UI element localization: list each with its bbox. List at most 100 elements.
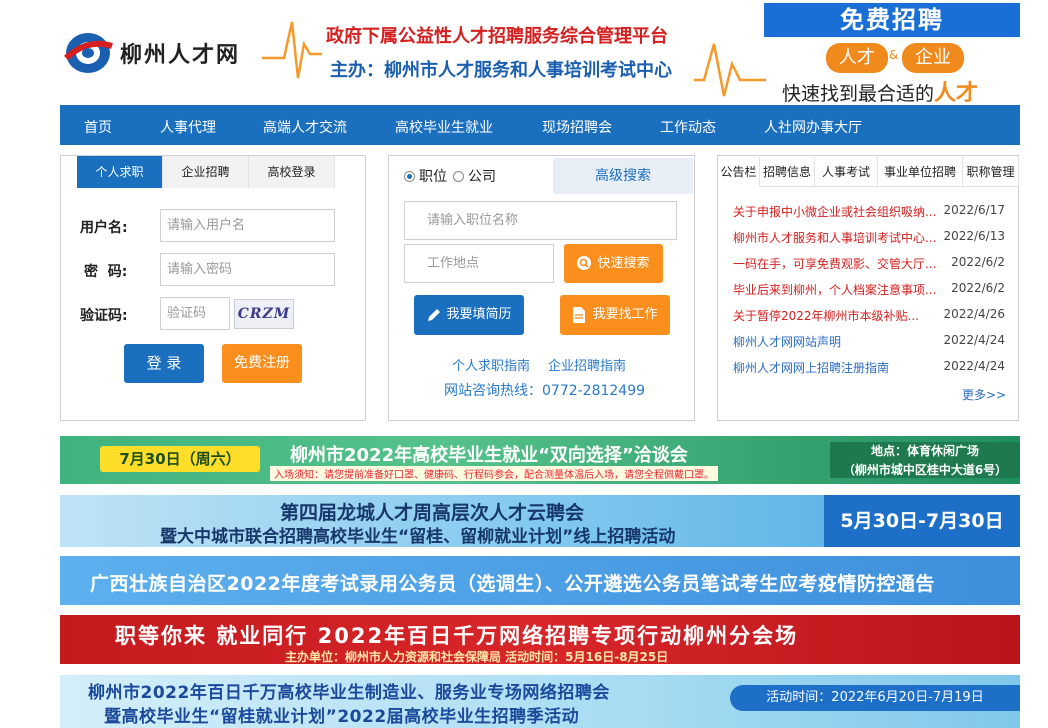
notice-title[interactable]: 关于暂停2022年柳州市本级补贴...: [733, 307, 919, 325]
logo-mark-icon: [63, 33, 113, 73]
nav-item-high-end-talent[interactable]: 高端人才交流: [263, 117, 347, 137]
nav-item-service-hall[interactable]: 人社网办事大厅: [764, 117, 862, 137]
pulse-line-right-icon: [694, 43, 766, 97]
tab-personal-job[interactable]: 个人求职: [77, 156, 163, 188]
notice-row[interactable]: 关于申报中小微企业或社会组织吸纳... 2022/6/17: [733, 203, 1005, 221]
banner-civil-exam-notice[interactable]: 广西壮族自治区2022年度考试录用公务员（选调生）、公开遴选公务员笔试考生应考疫…: [60, 556, 1020, 605]
slogan-line-2: 主办：柳州市人才服务和人事培训考试中心: [330, 60, 672, 81]
notice-title[interactable]: 柳州人才网网上招聘注册指南: [733, 359, 889, 377]
nav-item-graduate-employment[interactable]: 高校毕业生就业: [395, 117, 493, 137]
banner-cloud-recruit-date: 5月30日-7月30日: [824, 495, 1020, 547]
tab-notice-board[interactable]: 公告栏: [718, 157, 760, 187]
tab-company-recruit[interactable]: 企业招聘: [163, 156, 249, 188]
find-job-label: 我要找工作: [592, 307, 658, 322]
login-button[interactable]: 登 录: [124, 344, 204, 383]
keyword-input[interactable]: 请输入职位名称: [404, 201, 677, 240]
notice-title[interactable]: 柳州人才网网站声明: [733, 333, 841, 351]
slogan-line-1: 政府下属公益性人才招聘服务综合管理平台: [326, 26, 668, 47]
radio-company-dot[interactable]: [453, 170, 464, 182]
radio-position-label: 职位: [419, 169, 447, 185]
login-tabs: 个人求职 企业招聘 高校登录: [77, 156, 335, 188]
radio-position[interactable]: 职位: [404, 166, 447, 186]
tab-personnel-exam[interactable]: 人事考试: [815, 157, 878, 187]
password-label: 密 码:: [84, 264, 128, 280]
guide-personal-link[interactable]: 个人求职指南: [452, 355, 530, 374]
radio-company[interactable]: 公司: [453, 166, 496, 186]
banner-graduate-recruit-line1: 柳州市2022年百日千万高校毕业生制造业、服务业专场网络招聘会: [88, 683, 610, 703]
search-icon: [577, 255, 592, 270]
banner-online-recruit[interactable]: 职等你来 就业同行 2022年百日千万网络招聘专项行动柳州分会场 主办单位：柳州…: [60, 615, 1020, 664]
quick-search-button[interactable]: 快速搜索: [564, 244, 663, 283]
free-recruit-ad[interactable]: 免费招聘 人才 & 企业 快速找到最合适的人才: [764, 3, 1020, 107]
radio-company-label: 公司: [468, 169, 496, 185]
advanced-search-tab[interactable]: 高级搜索: [553, 158, 693, 194]
notice-date: 2022/4/24: [943, 359, 1005, 373]
find-job-button[interactable]: 我要找工作: [560, 295, 670, 335]
pulse-line-left-icon: [262, 21, 322, 79]
banner-online-recruit-title: 职等你来 就业同行 2022年百日千万网络招聘专项行动柳州分会场: [115, 624, 799, 648]
main-nav: 首页 人事代理 高端人才交流 高校毕业生就业 现场招聘会 工作动态 人社网办事大…: [60, 105, 1020, 145]
hotline-text: 网站咨询热线：0772-2812499: [444, 383, 646, 399]
banner-cloud-recruit-line2: 暨大中城市联合招聘高校毕业生“留桂、留柳就业计划”线上招聘活动: [160, 527, 676, 547]
login-panel: 个人求职 企业招聘 高校登录: [60, 155, 366, 421]
notice-row[interactable]: 一码在手，可享免费观影、交管大厅... 2022/6/2: [733, 255, 1005, 273]
banner-civil-exam-text: 广西壮族自治区2022年度考试录用公务员（选调生）、公开遴选公务员笔试考生应考疫…: [90, 573, 935, 595]
notice-date: 2022/6/17: [943, 203, 1005, 217]
notice-row[interactable]: 关于暂停2022年柳州市本级补贴... 2022/4/26: [733, 307, 1005, 325]
notice-title[interactable]: 毕业后来到柳州，个人档案注意事项...: [733, 281, 936, 299]
banner-job-fair-date: 7月30日（周六）: [100, 446, 260, 472]
banner-job-fair-notice: 入场须知：请您提前准备好口罩、健康码、行程码参会，配合测量体温后入场，请您全程佩…: [270, 466, 718, 481]
notice-date: 2022/4/26: [943, 307, 1005, 321]
nav-item-home[interactable]: 首页: [84, 117, 112, 137]
banner-graduate-recruit[interactable]: 柳州市2022年百日千万高校毕业生制造业、服务业专场网络招聘会 暨高校毕业生“留…: [60, 675, 1020, 728]
document-icon: [573, 307, 586, 323]
ad-bottom-highlight: 人才: [934, 81, 979, 106]
nav-item-personnel-agency[interactable]: 人事代理: [160, 117, 216, 137]
banner-job-fair[interactable]: 7月30日（周六） 柳州市2022年高校毕业生就业“双向选择”洽谈会 入场须知：…: [60, 436, 1020, 484]
notice-date: 2022/6/13: [943, 229, 1005, 243]
ad-tag-talent: 人才: [826, 43, 888, 73]
banner-cloud-recruit-line1: 第四届龙城人才周高层次人才云聘会: [280, 502, 585, 524]
tab-title-management[interactable]: 职称管理: [963, 157, 1019, 187]
captcha-label: 验证码:: [80, 308, 128, 324]
banner-job-fair-place: 地点：体育休闲广场 （柳州市城中区桂中大道6号）: [830, 442, 1020, 478]
notice-title[interactable]: 关于申报中小微企业或社会组织吸纳...: [733, 203, 936, 221]
ad-tag-enterprise: 企业: [902, 43, 964, 73]
pencil-icon: [428, 309, 441, 321]
ad-bottom-prefix: 快速找到最合适的: [782, 83, 935, 105]
quick-search-label: 快速搜索: [597, 256, 650, 271]
nav-item-work-news[interactable]: 工作动态: [660, 117, 716, 137]
banner-job-fair-title: 柳州市2022年高校毕业生就业“双向选择”洽谈会: [290, 445, 688, 466]
site-logo[interactable]: 柳州人才网: [62, 28, 262, 78]
banner-cloud-recruit[interactable]: 第四届龙城人才周高层次人才云聘会 暨大中城市联合招聘高校毕业生“留桂、留柳就业计…: [60, 495, 1020, 547]
captcha-image[interactable]: CRZM: [234, 299, 294, 329]
ad-title: 免费招聘: [764, 3, 1020, 37]
notice-row[interactable]: 柳州人才网网站声明 2022/4/24: [733, 333, 1005, 351]
fill-resume-label: 我要填简历: [446, 307, 512, 322]
tab-recruit-info[interactable]: 招聘信息: [760, 157, 815, 187]
notice-date: 2022/4/24: [943, 333, 1005, 347]
username-input[interactable]: 请输入用户名: [160, 209, 335, 242]
radio-position-dot[interactable]: [404, 170, 415, 182]
notice-row[interactable]: 柳州市人才服务和人事培训考试中心... 2022/6/13: [733, 229, 1005, 247]
nav-item-job-fair[interactable]: 现场招聘会: [542, 117, 612, 137]
password-input[interactable]: 请输入密码: [160, 253, 335, 286]
captcha-input[interactable]: 验证码: [160, 297, 230, 330]
fill-resume-button[interactable]: 我要填简历: [414, 295, 524, 335]
banner-job-fair-place-line1: 地点：体育休闲广场: [870, 444, 979, 458]
username-label: 用户名:: [80, 220, 128, 236]
tab-institution-recruit[interactable]: 事业单位招聘: [878, 157, 963, 187]
register-button[interactable]: 免费注册: [222, 344, 302, 383]
notice-date: 2022/6/2: [951, 281, 1005, 295]
notice-title[interactable]: 柳州市人才服务和人事培训考试中心...: [733, 229, 936, 247]
notice-row[interactable]: 柳州人才网网上招聘注册指南 2022/4/24: [733, 359, 1005, 377]
banner-graduate-recruit-date: 活动时间：2022年6月20日-7月19日: [730, 685, 1020, 711]
notice-row[interactable]: 毕业后来到柳州，个人档案注意事项... 2022/6/2: [733, 281, 1005, 299]
ad-bottom-text: 快速找到最合适的人才: [782, 75, 978, 107]
notice-title[interactable]: 一码在手，可享免费观影、交管大厅...: [733, 255, 936, 273]
notice-date: 2022/6/2: [951, 255, 1005, 269]
notice-more-link[interactable]: 更多>>: [962, 386, 1006, 403]
guide-company-link[interactable]: 企业招聘指南: [548, 355, 626, 374]
tab-college-login[interactable]: 高校登录: [249, 156, 335, 188]
location-input[interactable]: 工作地点: [404, 244, 554, 283]
